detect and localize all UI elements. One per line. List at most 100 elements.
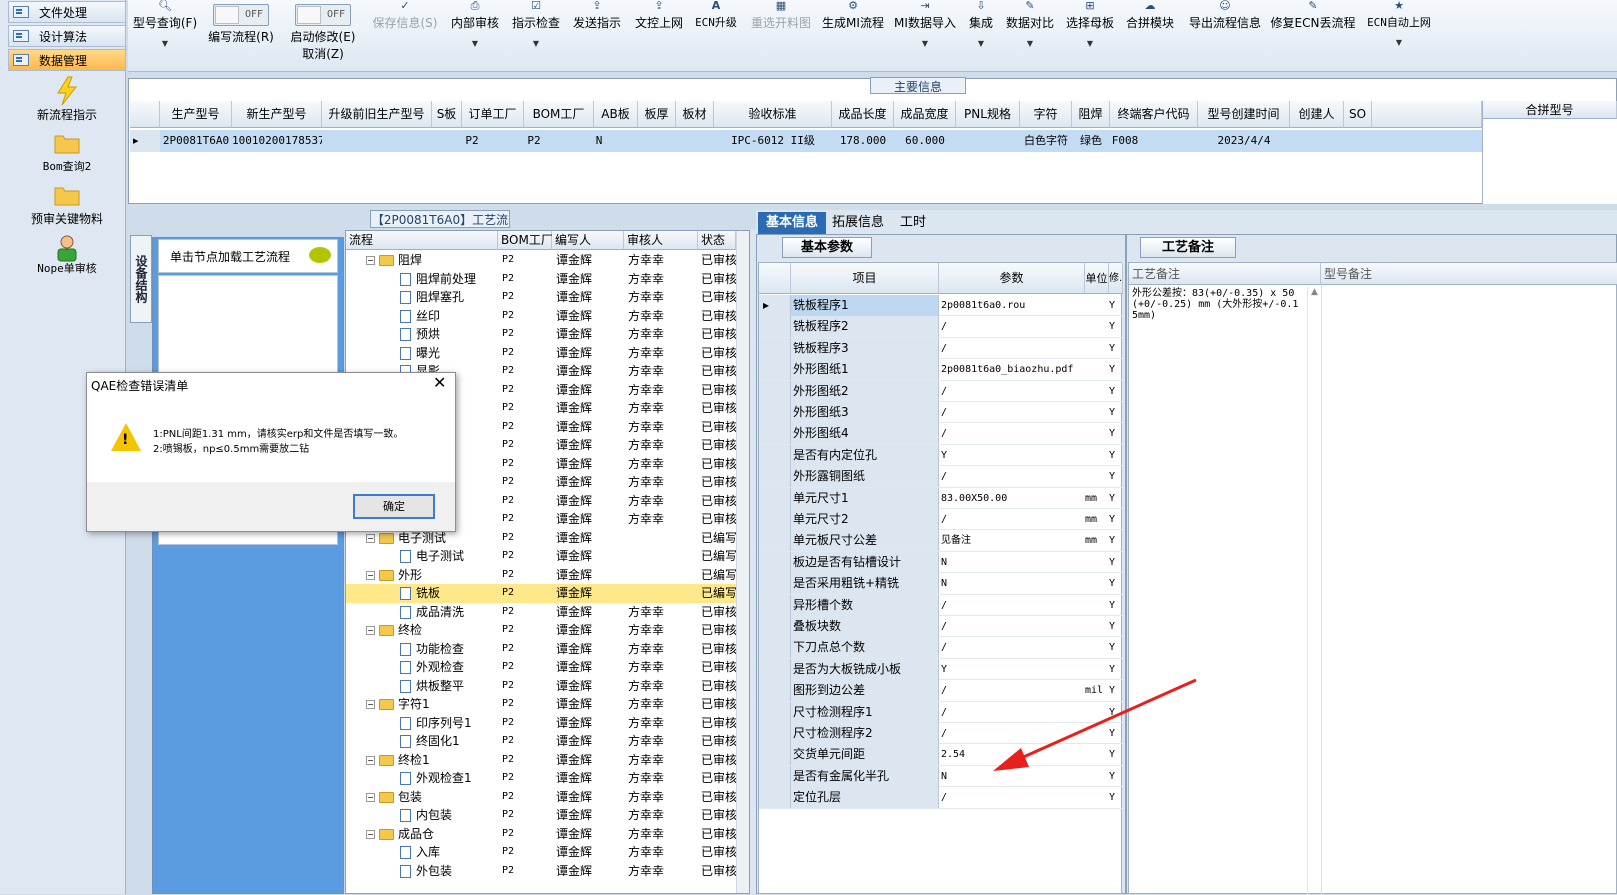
col-header[interactable]: 编写人 (552, 231, 624, 250)
cell[interactable] (482, 130, 524, 152)
tree-node-row[interactable]: 阻焊塞孔 P2 谭金辉 方幸幸 已审核 (346, 288, 736, 307)
param-cell[interactable]: / (939, 595, 1085, 616)
tree-folder-row[interactable]: − 阻焊 P2 谭金辉 方幸幸 已审核 (346, 251, 736, 270)
param-row[interactable]: 外形图纸2/ Y (759, 380, 1123, 402)
tree-node-row[interactable]: 功能检查 P2 谭金辉 方幸幸 已审核 (346, 640, 736, 659)
col-header[interactable]: 终端客户代码 (1110, 101, 1198, 128)
cell[interactable]: N (594, 130, 604, 152)
toggle-switch[interactable]: OFF (295, 4, 351, 26)
param-row[interactable]: 叠板块数 / Y (759, 616, 1123, 638)
param-row[interactable]: 外形露铜图纸 / Y (759, 466, 1123, 488)
param-row[interactable]: ▸ 铣板程序1 2p0081t6a0.rou Y (759, 295, 1123, 317)
cell[interactable]: P2 (462, 130, 482, 152)
col-header[interactable]: 合拼型号 (1483, 101, 1617, 119)
param-row[interactable]: 是否有内定位孔 Y Y (759, 444, 1123, 467)
col-header[interactable]: 修... (1109, 263, 1123, 294)
tree-node-row[interactable]: 成品清洗 P2 谭金辉 方幸幸 已审核 (346, 603, 736, 622)
tab-work-hours[interactable]: 工时 (892, 212, 934, 234)
generate-mi-button[interactable]: ⚙ 生成MI流程 (821, 0, 885, 31)
notes-scrollbar[interactable]: ▲ (1307, 287, 1321, 895)
tree-folder-row[interactable]: − 终检1 P2 谭金辉 方幸幸 已审核 (346, 751, 736, 770)
reselect-cutting-button[interactable]: ▦ 重选开料图 (748, 0, 814, 31)
col-header[interactable]: 单位 (1085, 263, 1109, 294)
col-header[interactable]: 阻焊 (1072, 101, 1110, 128)
doc-control-online-button[interactable]: ⇪ 文控上网 (632, 0, 686, 31)
param-row[interactable]: 铣板程序2/ Y (759, 316, 1123, 338)
ecn-upgrade-button[interactable]: A ECN升级 (692, 0, 740, 30)
param-cell[interactable]: N (939, 573, 1085, 594)
collapse-icon[interactable]: − (366, 755, 375, 765)
integrate-button[interactable]: ⇩ 集成 ▼ (964, 0, 998, 48)
col-header[interactable]: 型号创建时间 (1198, 101, 1290, 128)
param-row[interactable]: 单元尺寸1 83.00X50.00 mm Y (759, 487, 1123, 509)
param-row[interactable]: 铣板程序3/ Y (759, 337, 1123, 360)
tree-node-row[interactable]: 终固化1 P2 谭金辉 方幸幸 已审核 (346, 732, 736, 751)
cell[interactable]: 178.000 (832, 130, 894, 152)
side-tab-equipment[interactable]: 设备结构 (130, 235, 152, 323)
param-cell[interactable]: / (939, 381, 1085, 402)
param-cell[interactable]: / (939, 316, 1085, 337)
col-header[interactable]: 字符 (1020, 101, 1072, 128)
param-row[interactable]: 外形图纸4/ Y (759, 423, 1123, 445)
col-header[interactable]: 流程 (346, 231, 498, 250)
cell[interactable] (322, 130, 432, 152)
write-process-toggle[interactable]: OFF 编写流程(R) (205, 0, 277, 45)
tree-node-row[interactable]: 铣板 P2 谭金辉 已编写 (346, 584, 736, 603)
col-header[interactable]: BOM工厂 (524, 101, 594, 128)
tree-node-row[interactable]: 曝光 P2 谭金辉 方幸幸 已审核 (346, 344, 736, 363)
col-header[interactable]: 成品宽度 (894, 101, 956, 128)
mi-import-button[interactable]: ⇥ MI数据导入 ▼ (893, 0, 957, 48)
col-header[interactable]: 板厚 (638, 101, 676, 128)
param-cell[interactable]: 见备注 (939, 530, 1085, 551)
col-header[interactable]: 状态 (698, 231, 736, 250)
cell[interactable] (1290, 130, 1482, 152)
param-cell[interactable]: / (939, 402, 1085, 423)
cell[interactable]: F008 (1110, 130, 1140, 152)
col-header[interactable]: 生产型号 (160, 101, 232, 128)
fix-ecn-button[interactable]: ✎ 修复ECN丢流程 (1270, 0, 1356, 31)
collapse-icon[interactable]: − (366, 570, 375, 580)
tree-folder-row[interactable]: − 外形 P2 谭金辉 已编写 (346, 566, 736, 585)
cell[interactable]: 2023/4/4 (1198, 130, 1290, 152)
collapse-icon[interactable]: − (366, 792, 375, 802)
param-row[interactable]: 外形图纸3/ Y (759, 402, 1123, 424)
param-row[interactable]: 单元板尺寸公差 见备注 mm Y (759, 530, 1123, 552)
param-cell[interactable]: 2p0081t6a0.rou (939, 295, 1085, 316)
data-compare-button[interactable]: ✎ 数据对比 ▼ (1004, 0, 1056, 48)
cell[interactable]: P2 (524, 130, 544, 152)
collapse-icon[interactable]: − (366, 626, 375, 635)
model-query-button[interactable]: 🔍︎ 型号查询(F) ▼ (132, 0, 198, 48)
cell[interactable]: 10010200178537 (232, 130, 322, 152)
tree-node-row[interactable]: 外观检查 P2 谭金辉 方幸幸 已审核 (346, 658, 736, 677)
process-note-text[interactable]: 外形公差按：83(+0/-0.35) x 50(+0/-0.25) mm (大外… (1132, 288, 1304, 321)
col-header[interactable]: 工艺备注 (1129, 263, 1321, 285)
cell[interactable]: IPC-6012 II级 (714, 130, 832, 152)
param-cell[interactable]: / (939, 338, 1085, 359)
col-header[interactable]: 审核人 (624, 231, 698, 250)
cell[interactable]: 60.000 (894, 130, 956, 152)
tree-node-row[interactable]: 阻焊前处理 P2 谭金辉 方幸幸 已审核 (346, 270, 736, 289)
param-row[interactable]: 定位孔层 / Y (759, 787, 1123, 809)
tree-node-row[interactable]: 预烘 P2 谭金辉 方幸幸 已审核 (346, 325, 736, 344)
collapse-icon[interactable]: − (366, 533, 375, 543)
tree-node-row[interactable]: 印序列号1 P2 谭金辉 方幸幸 已审核 (346, 714, 736, 733)
cell[interactable] (544, 130, 594, 152)
col-header[interactable]: 订单工厂 (462, 101, 524, 128)
param-row[interactable]: 板边是否有钻槽设计 N Y (759, 551, 1123, 574)
internal-review-button[interactable]: ⎙ 内部审核 ▼ (450, 0, 500, 48)
param-cell[interactable]: 83.00X50.00 (939, 488, 1085, 509)
collapse-icon[interactable]: − (366, 256, 375, 265)
tree-node-row[interactable]: 丝印 P2 谭金辉 方幸幸 已审核 (346, 307, 736, 326)
tool-nope-review[interactable]: Nope单审核 (8, 234, 126, 276)
param-cell[interactable]: / (939, 616, 1085, 637)
col-header[interactable]: PNL规格 (956, 101, 1020, 128)
tree-node-row[interactable]: 入库 P2 谭金辉 方幸幸 已审核 (346, 843, 736, 862)
col-header[interactable]: 升级前旧生产型号 (322, 101, 432, 128)
col-header[interactable]: 型号备注 (1321, 263, 1617, 285)
merge-module-button[interactable]: ☁ 合拼模块 (1124, 0, 1176, 31)
cell[interactable]: 2P0081T6A0 (160, 130, 232, 152)
nav-tab-data[interactable]: 数据管理 (8, 49, 126, 71)
param-row[interactable]: 异形槽个数 / Y (759, 594, 1123, 616)
tree-folder-row[interactable]: − 成品仓 P2 谭金辉 方幸幸 已审核 (346, 825, 736, 844)
tree-node-row[interactable]: 外观检查1 P2 谭金辉 方幸幸 已审核 (346, 769, 736, 788)
